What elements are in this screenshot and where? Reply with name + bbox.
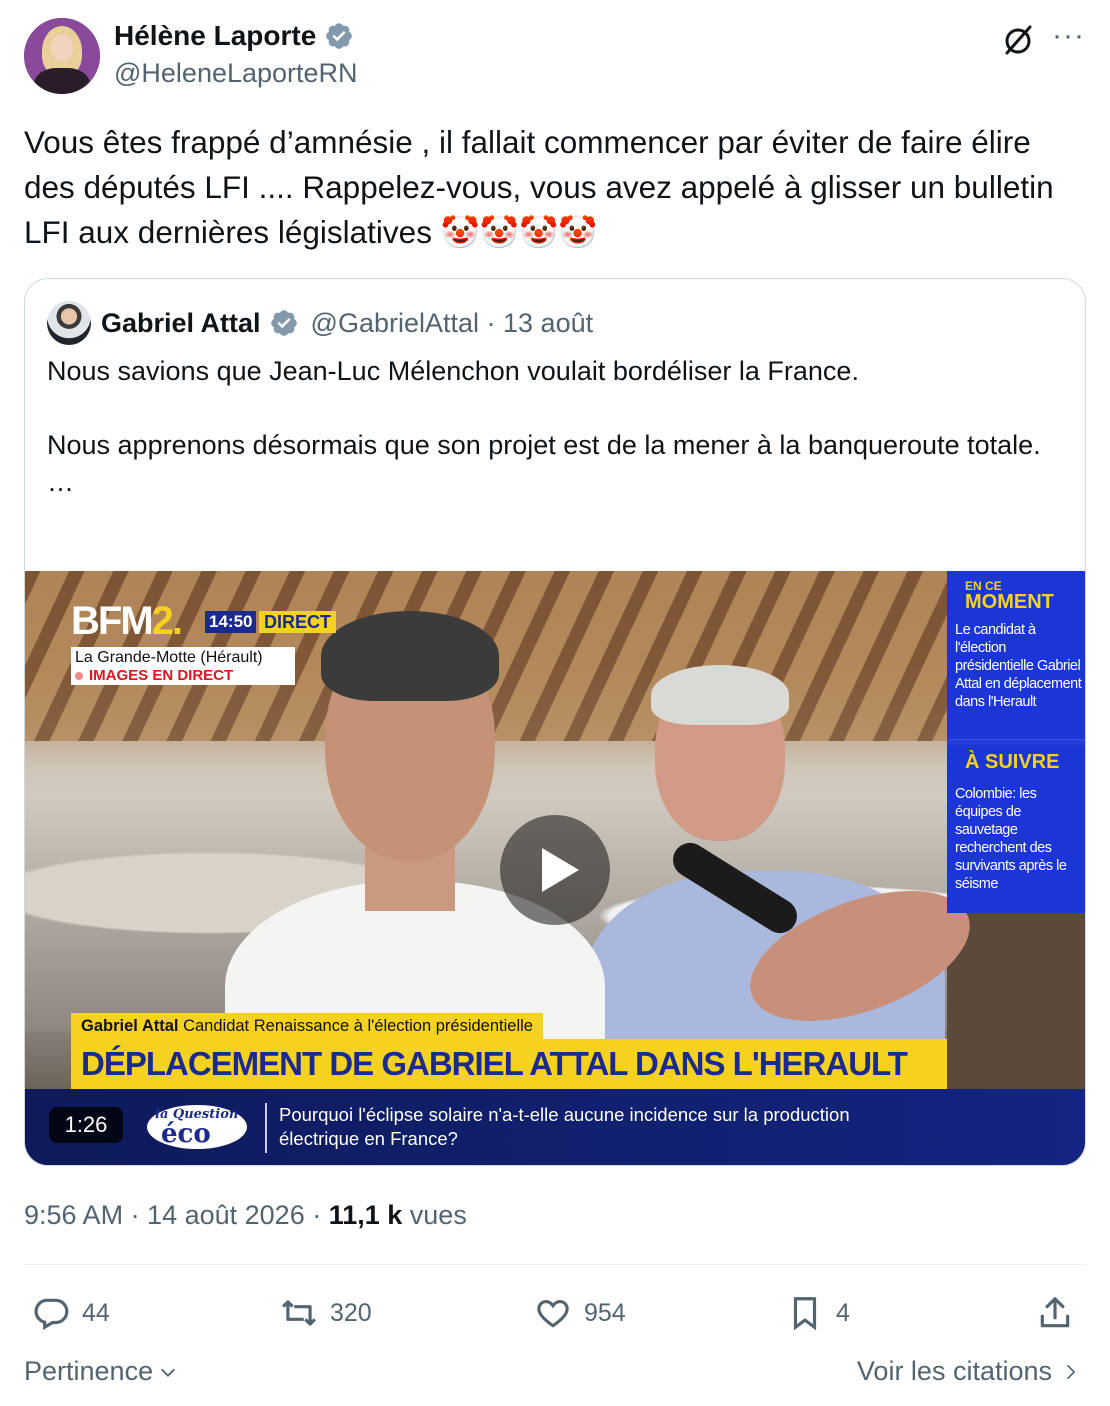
side-next-text: Colombie: les équipes de sauvetage reche…	[955, 786, 1067, 892]
bookmark-icon	[793, 1297, 817, 1331]
side-moment-text: Le candidat à l'élection présidentielle …	[955, 622, 1082, 710]
author-display-name[interactable]: Hélène Laporte	[114, 20, 316, 52]
quoted-author-name: Gabriel Attal	[101, 307, 261, 338]
replies-footer: Pertinence Voir les citations	[24, 1352, 1086, 1392]
video-duration: 1:26	[49, 1107, 123, 1143]
author-avatar[interactable]	[24, 18, 100, 94]
tweet-timestamp-row: 9:56 AM · 14 août 2026 · 11,1 k vues	[24, 1200, 467, 1231]
live-label: IMAGES EN DIRECT	[75, 667, 233, 684]
broadcast-time: 14:50	[205, 611, 257, 633]
location-box: La Grande-Motte (Hérault) IMAGES EN DIRE…	[71, 647, 295, 685]
reply-button[interactable]: 44	[32, 1288, 110, 1338]
quoted-tweet[interactable]: Gabriel Attal @GabrielAttal · 13 août No…	[24, 278, 1086, 1166]
share-button[interactable]	[1036, 1288, 1074, 1338]
direct-label: DIRECT	[259, 611, 336, 633]
quoted-tweet-text: Nous savions que Jean-Luc Mélenchon voul…	[47, 356, 1041, 497]
divider	[24, 1264, 1086, 1265]
quoted-verified-badge-icon	[270, 310, 297, 336]
tweet-header: Hélène Laporte @HeleneLaporteRN ···	[24, 18, 1086, 98]
news-ticker: la Question éco Pourquoi l'éclipse solai…	[25, 1089, 1085, 1165]
live-dot-icon	[75, 672, 83, 680]
ticker-text: Pourquoi l'éclipse solaire n'a-t-elle au…	[279, 1104, 850, 1149]
play-icon	[542, 848, 579, 892]
heart-icon	[537, 1300, 569, 1328]
quoted-handle-date: @GabrielAttal · 13 août	[310, 307, 594, 338]
grok-icon[interactable]	[1000, 22, 1036, 58]
like-button[interactable]: 954	[534, 1288, 626, 1338]
retweet-icon	[282, 1300, 316, 1326]
reply-icon	[34, 1298, 69, 1331]
views-label: vues	[402, 1200, 467, 1230]
video-player[interactable]: BFM2. 14:50 DIRECT La Grande-Motte (Héra…	[25, 571, 1085, 1165]
author-name-row: Hélène Laporte	[114, 20, 354, 52]
bfm-logo: BFM2.	[71, 599, 183, 643]
action-bar: 44 320 954 4	[24, 1288, 1086, 1338]
retweet-button[interactable]: 320	[280, 1288, 372, 1338]
bookmark-button[interactable]: 4	[786, 1288, 850, 1338]
question-eco-logo: la Question éco	[147, 1105, 247, 1149]
more-options-icon[interactable]: ···	[1052, 21, 1086, 56]
quoted-author-avatar	[47, 301, 91, 345]
tweet-text: Vous êtes frappé d’amnésie , il fallait …	[24, 124, 1063, 250]
sort-dropdown[interactable]: Pertinence	[24, 1356, 179, 1387]
author-handle[interactable]: @HeleneLaporteRN	[114, 58, 358, 89]
view-quotes-link[interactable]: Voir les citations	[857, 1356, 1080, 1387]
location-text: La Grande-Motte (Hérault)	[75, 649, 263, 666]
news-side-panel: EN CE MOMENT Le candidat à l'élection pr…	[947, 571, 1085, 913]
quoted-tweet-header: Gabriel Attal @GabrielAttal · 13 août	[47, 301, 593, 345]
lower-third-subtitle: Gabriel Attal Candidat Renaissance à l'é…	[71, 1013, 543, 1039]
views-count: 11,1 k	[328, 1200, 403, 1230]
chevron-down-icon	[161, 1368, 176, 1377]
verified-badge-icon[interactable]	[324, 21, 354, 51]
chevron-right-icon	[1066, 1364, 1076, 1379]
tweet-timestamp[interactable]: 9:56 AM · 14 août 2026 ·	[24, 1200, 329, 1230]
lower-third-headline: DÉPLACEMENT DE GABRIEL ATTAL DANS L'HERA…	[71, 1039, 947, 1089]
share-icon	[1040, 1297, 1070, 1328]
play-button[interactable]	[500, 815, 610, 925]
